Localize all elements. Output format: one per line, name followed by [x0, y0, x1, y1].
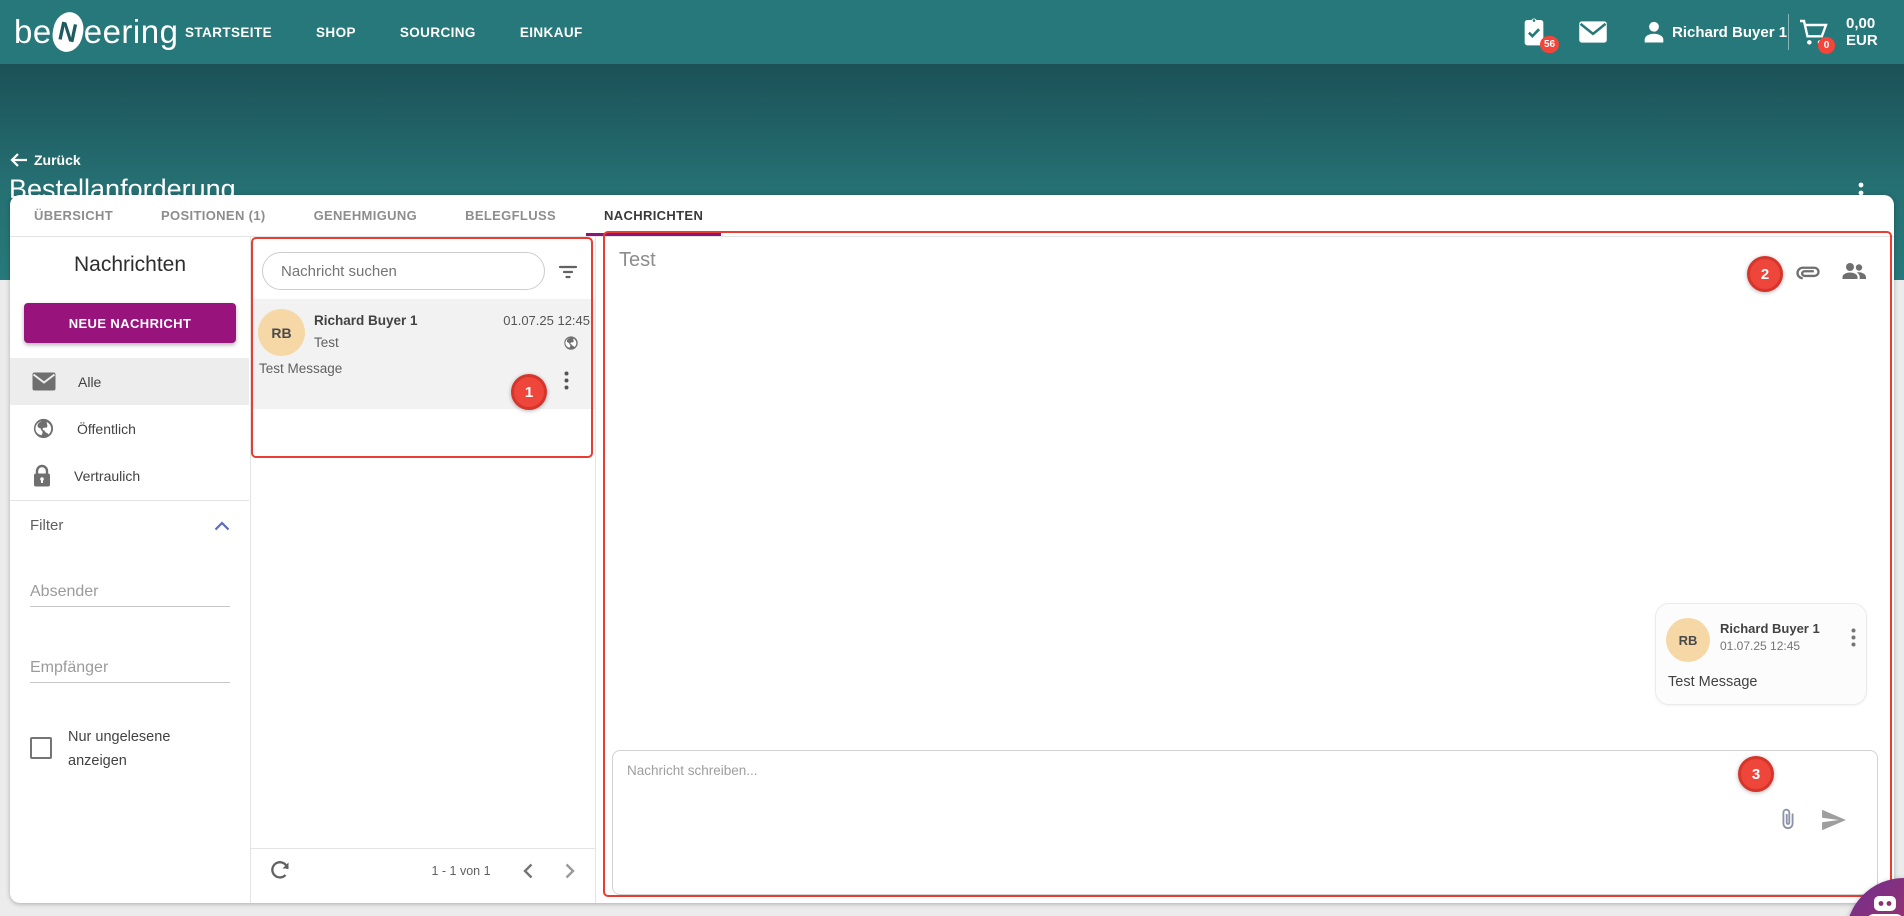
- unread-only-checkbox[interactable]: [30, 737, 52, 759]
- message-sender: Richard Buyer 1: [314, 313, 418, 328]
- globe-icon: [563, 335, 579, 351]
- attachments-icon[interactable]: [1794, 259, 1822, 287]
- cart-badge: 0: [1818, 37, 1835, 54]
- sender-filter-input[interactable]: [30, 577, 230, 607]
- sidebar-item-alle[interactable]: Alle: [10, 358, 249, 405]
- tab-positionen[interactable]: POSITIONEN (1): [137, 195, 290, 236]
- send-icon[interactable]: [1821, 809, 1847, 831]
- avatar: RB: [1666, 618, 1710, 662]
- tab-content: Nachrichten NEUE NACHRICHT Alle Öffentli…: [10, 237, 1894, 903]
- nav-item-startseite[interactable]: STARTSEITE: [185, 25, 272, 40]
- pagination-label: 1 - 1 von 1: [381, 864, 541, 878]
- avatar: RB: [258, 309, 305, 356]
- nav-item-sourcing[interactable]: SOURCING: [400, 25, 476, 40]
- content-card: ÜBERSICHT POSITIONEN (1) GENEHMIGUNG BEL…: [10, 195, 1894, 903]
- messages-panel-title: Nachrichten: [10, 253, 250, 277]
- logo[interactable]: beNeering: [14, 8, 178, 56]
- message-more-icon[interactable]: [564, 371, 569, 390]
- chevron-up-icon: [214, 521, 230, 531]
- filter-title: Filter: [30, 517, 63, 534]
- chevron-right-icon[interactable]: [559, 861, 579, 881]
- sidebar-item-oeffentlich[interactable]: Öffentlich: [10, 405, 249, 452]
- attach-file-icon[interactable]: [1777, 806, 1799, 832]
- cart-total[interactable]: 0,00 EUR: [1846, 0, 1904, 64]
- mail-icon[interactable]: [1578, 20, 1610, 52]
- sidebar-divider: [10, 500, 249, 501]
- bubble-timestamp: 01.07.25 12:45: [1720, 639, 1800, 653]
- thread-title: Test: [619, 249, 656, 272]
- annotation-badge-2: 2: [1747, 256, 1783, 292]
- main-nav: STARTSEITE SHOP SOURCING EINKAUF: [185, 0, 583, 64]
- new-message-button[interactable]: NEUE NACHRICHT: [24, 303, 236, 343]
- bubble-text: Test Message: [1668, 674, 1757, 690]
- participants-icon[interactable]: [1840, 258, 1868, 284]
- tab-uebersicht[interactable]: ÜBERSICHT: [10, 195, 137, 236]
- sidebar-item-label: Öffentlich: [77, 421, 136, 437]
- column-divider-right: [595, 237, 596, 903]
- filter-section-header[interactable]: Filter: [30, 517, 230, 534]
- mail-icon: [32, 372, 56, 391]
- user-name[interactable]: Richard Buyer 1: [1672, 0, 1787, 64]
- chat-message-bubble: RB Richard Buyer 1 01.07.25 12:45 Test M…: [1655, 603, 1867, 705]
- message-preview: Test Message: [259, 361, 342, 376]
- navbar-divider: [1788, 14, 1789, 50]
- lock-icon: [32, 464, 52, 488]
- back-label: Zurück: [34, 152, 81, 168]
- unread-only-label: Nur ungelesene anzeigen: [68, 725, 218, 773]
- back-arrow-icon: [10, 153, 27, 167]
- recipient-filter-input[interactable]: [30, 653, 230, 683]
- refresh-icon[interactable]: [268, 858, 292, 882]
- tab-nachrichten[interactable]: NACHRICHTEN: [580, 195, 727, 236]
- sidebar-item-label: Alle: [78, 374, 101, 390]
- robot-icon: [1862, 896, 1904, 916]
- message-search: [262, 252, 545, 290]
- message-search-input[interactable]: [263, 253, 544, 289]
- tab-genehmigung[interactable]: GENEHMIGUNG: [290, 195, 442, 236]
- list-pagination: 1 - 1 von 1: [251, 848, 595, 903]
- tab-belegfluss[interactable]: BELEGFLUSS: [441, 195, 580, 236]
- logo-text-prefix: be: [14, 13, 52, 51]
- nav-item-shop[interactable]: SHOP: [316, 25, 356, 40]
- message-list-item[interactable]: RB Richard Buyer 1 01.07.25 12:45 Test T…: [251, 299, 595, 409]
- bubble-more-icon[interactable]: [1851, 628, 1856, 647]
- chevron-left-icon[interactable]: [519, 861, 539, 881]
- sidebar-item-vertraulich[interactable]: Vertraulich: [10, 452, 249, 499]
- user-icon[interactable]: [1640, 18, 1672, 50]
- back-button[interactable]: Zurück: [10, 152, 81, 168]
- logo-text-suffix: eering: [84, 13, 179, 51]
- filter-list-icon[interactable]: [556, 260, 580, 284]
- message-timestamp: 01.07.25 12:45: [503, 313, 590, 328]
- bubble-sender: Richard Buyer 1: [1720, 621, 1820, 636]
- message-subject: Test: [314, 335, 339, 350]
- sidebar-item-label: Vertraulich: [74, 468, 140, 484]
- top-navbar: beNeering STARTSEITE SHOP SOURCING EINKA…: [0, 0, 1904, 64]
- approvals-badge: 56: [1540, 36, 1559, 53]
- app-page: beNeering STARTSEITE SHOP SOURCING EINKA…: [0, 0, 1904, 916]
- logo-n-icon: N: [49, 9, 87, 54]
- compose-input[interactable]: [613, 751, 1877, 851]
- tab-bar: ÜBERSICHT POSITIONEN (1) GENEHMIGUNG BEL…: [10, 195, 1894, 237]
- nav-item-einkauf[interactable]: EINKAUF: [520, 25, 583, 40]
- compose-box: [612, 750, 1878, 895]
- globe-icon: [32, 417, 55, 440]
